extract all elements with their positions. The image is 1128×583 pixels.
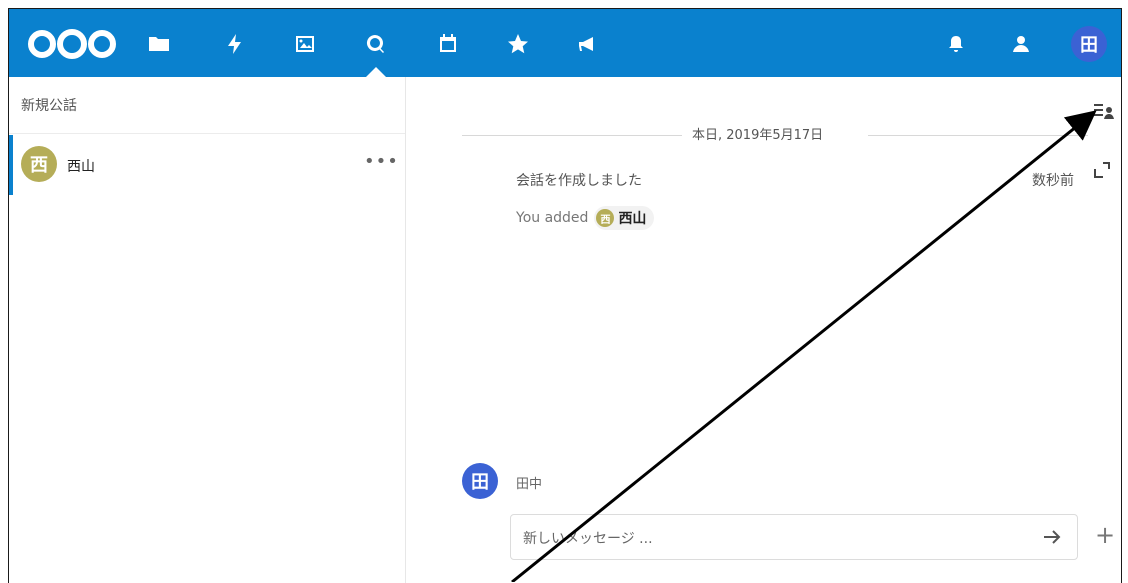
- new-conversation-link[interactable]: 新規公話: [21, 95, 77, 115]
- notifications-icon[interactable]: [940, 28, 972, 60]
- composer-username: 田中: [516, 477, 543, 492]
- added-prefix: You added: [516, 210, 589, 226]
- date-separator-line-left: [462, 135, 682, 136]
- nextcloud-logo[interactable]: [27, 27, 117, 61]
- talk-icon[interactable]: [359, 28, 391, 60]
- active-app-caret: [366, 67, 386, 77]
- app-window: 田 新規公話 西 西山 ••• 本日, 2019年5月17日 会話を作成しました…: [8, 8, 1122, 583]
- participant-added-message: You added 西 西山: [516, 206, 655, 230]
- mention-avatar: 西: [596, 209, 615, 227]
- top-navigation-bar: 田: [9, 9, 1121, 77]
- calendar-icon[interactable]: [432, 28, 464, 60]
- sidebar-divider: [9, 133, 405, 134]
- message-time: 数秒前: [1032, 173, 1074, 189]
- fullscreen-icon[interactable]: [1093, 161, 1111, 179]
- message-input-placeholder: 新しいメッセージ ...: [523, 531, 653, 547]
- files-icon[interactable]: [143, 28, 175, 60]
- mention-name: 西山: [618, 211, 647, 227]
- contacts-icon[interactable]: [1005, 28, 1037, 60]
- conversation-item[interactable]: 西 西山 •••: [9, 135, 405, 195]
- add-attachment-button[interactable]: +: [1095, 523, 1115, 547]
- user-avatar[interactable]: 田: [1071, 26, 1107, 62]
- date-separator-line-right: [868, 135, 1088, 136]
- activity-icon[interactable]: [219, 28, 251, 60]
- conversation-name: 西山: [67, 159, 95, 175]
- conversations-sidebar: 新規公話 西 西山 •••: [9, 77, 406, 583]
- mention-pill[interactable]: 西 西山: [594, 206, 655, 230]
- date-separator: 本日, 2019年5月17日: [692, 128, 824, 143]
- conversation-avatar: 西: [21, 146, 57, 182]
- send-icon[interactable]: [1041, 526, 1063, 548]
- message-input[interactable]: 新しいメッセージ ...: [510, 514, 1078, 560]
- chat-main-area: 本日, 2019年5月17日 会話を作成しました 数秒前 You added 西…: [406, 77, 1121, 583]
- composer-avatar: 田: [462, 463, 498, 499]
- conversation-menu-icon[interactable]: •••: [364, 151, 399, 172]
- sidebar-toggle-icon[interactable]: [1093, 102, 1115, 120]
- announcements-icon[interactable]: [572, 28, 604, 60]
- system-message: 会話を作成しました: [516, 173, 642, 189]
- favorites-icon[interactable]: [502, 28, 534, 60]
- active-indicator: [9, 135, 13, 195]
- photos-icon[interactable]: [289, 28, 321, 60]
